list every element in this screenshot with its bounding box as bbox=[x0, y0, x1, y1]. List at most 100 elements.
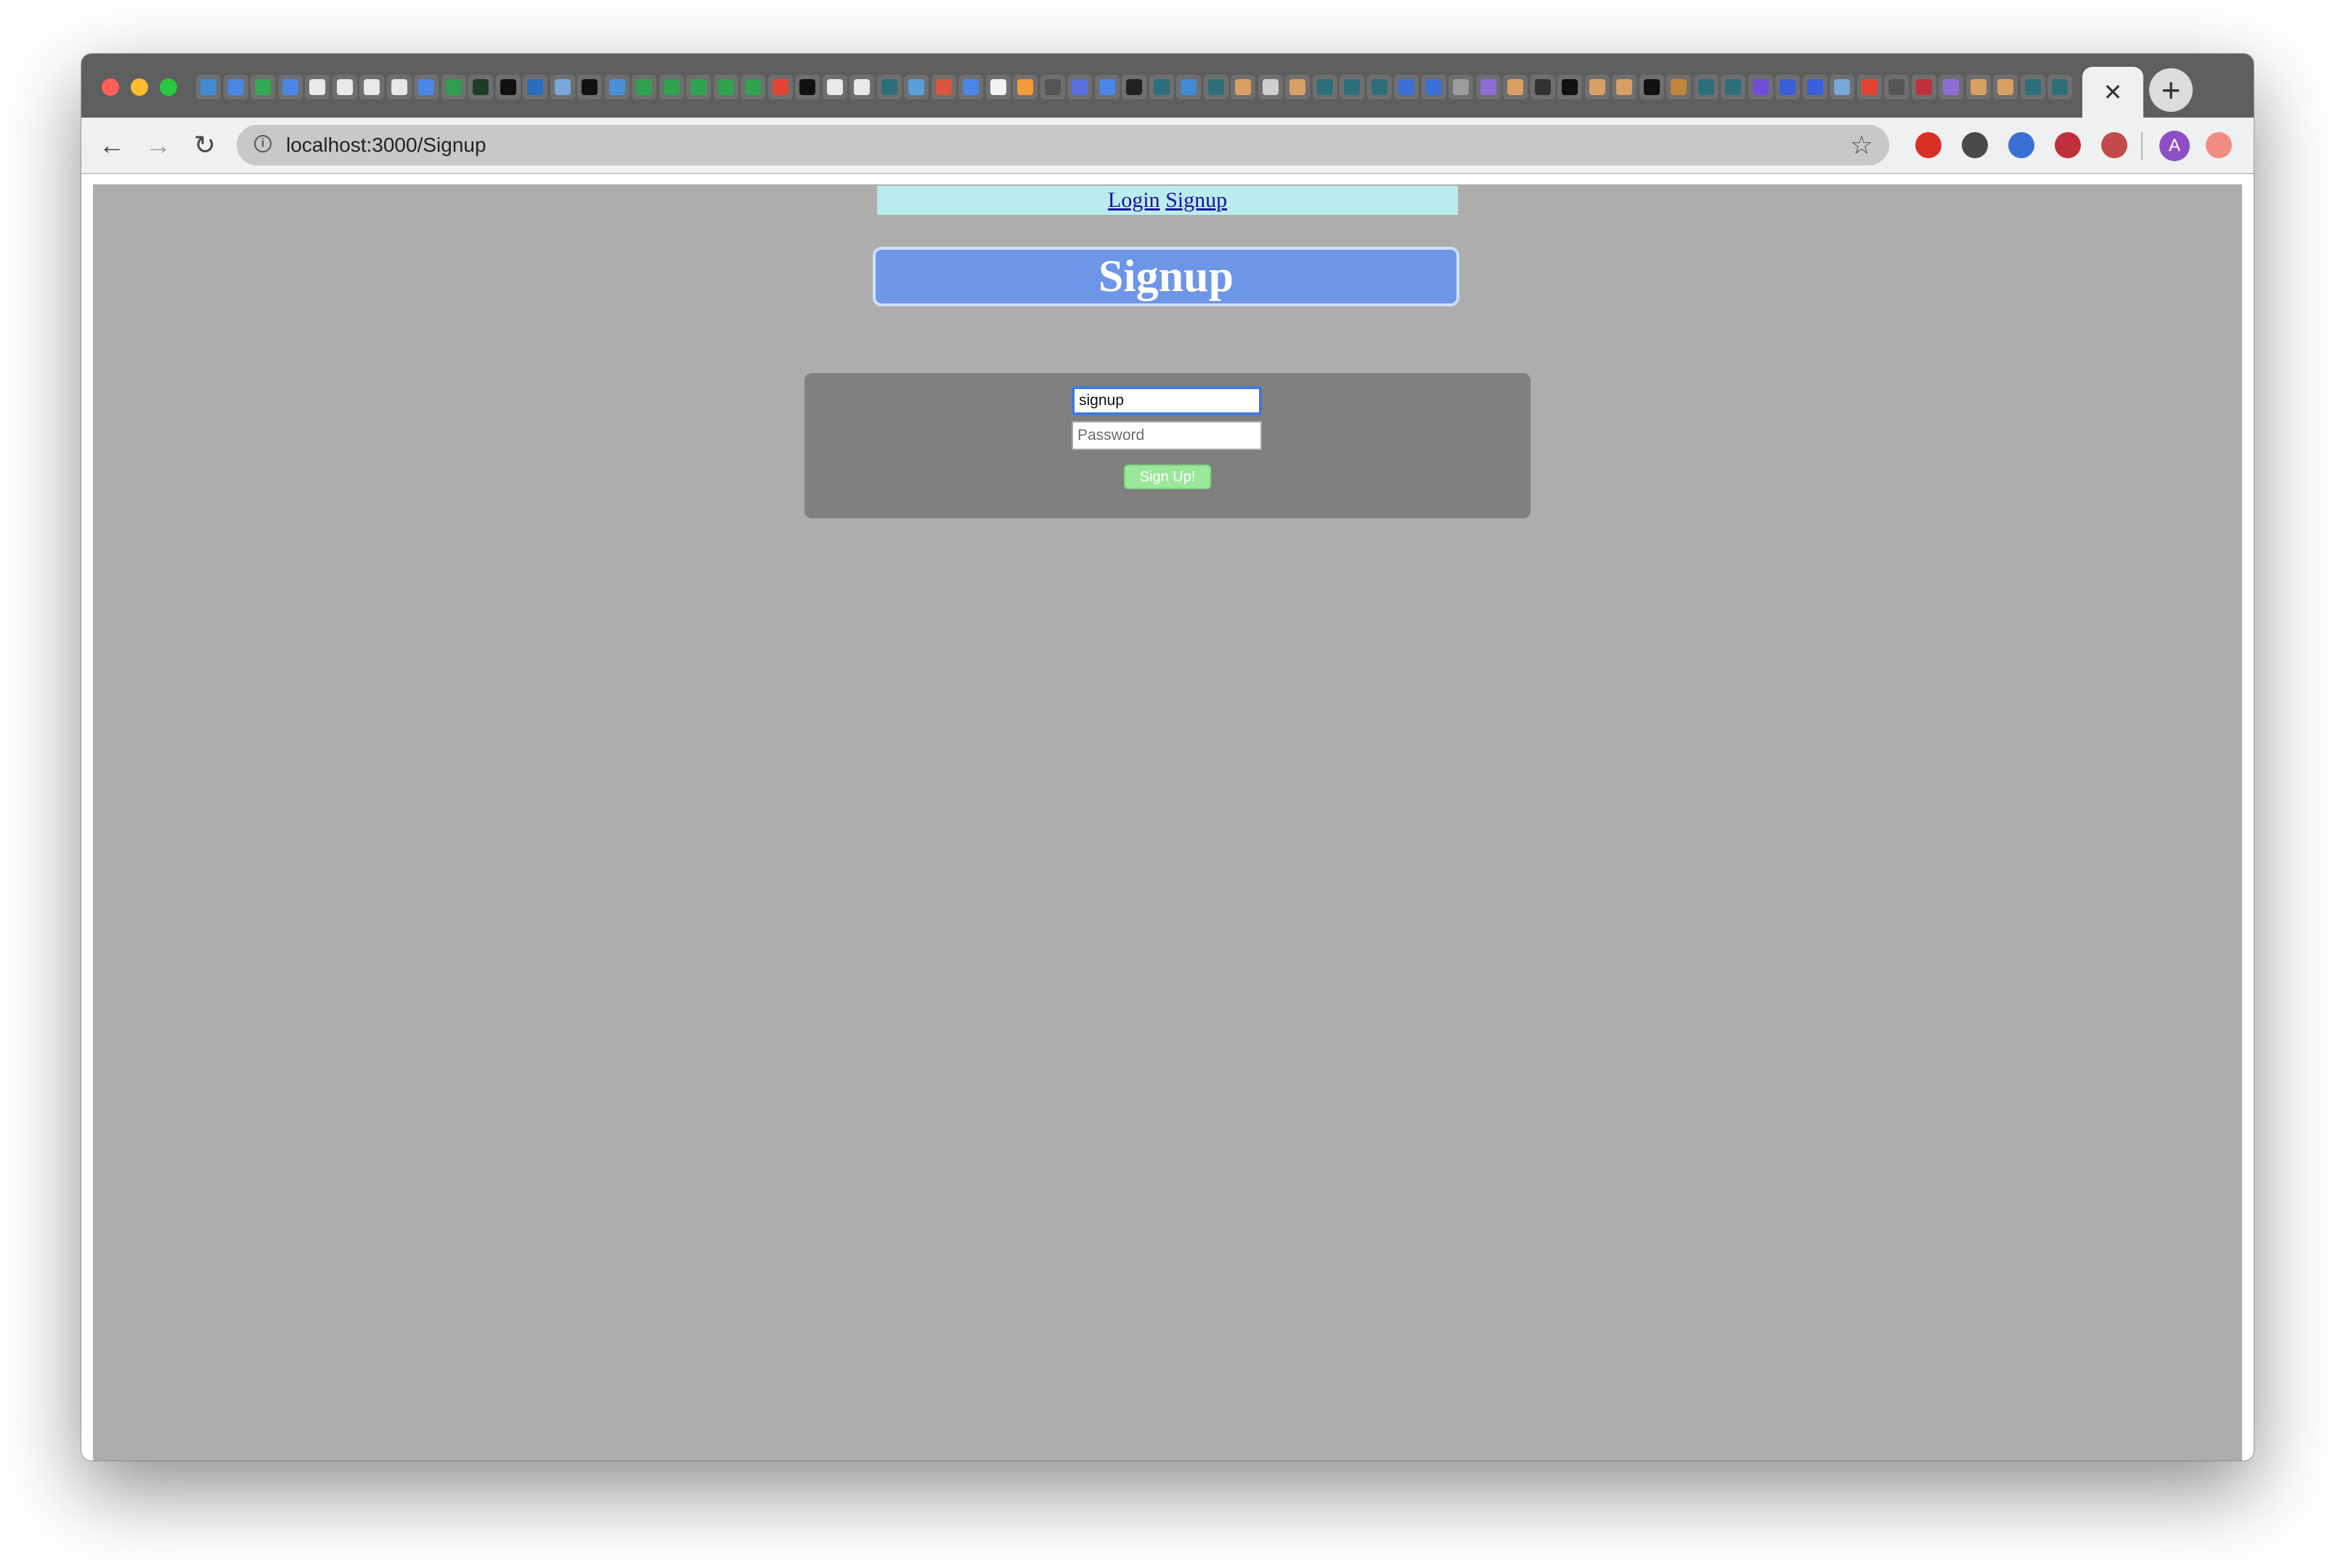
pinned-tab-67[interactable] bbox=[1993, 75, 2018, 99]
address-bar-url[interactable]: localhost:3000/Signup bbox=[286, 125, 486, 166]
pinned-tab-2[interactable] bbox=[223, 75, 248, 99]
pinned-tab-48[interactable] bbox=[1475, 75, 1501, 99]
pinned-tab-20[interactable] bbox=[713, 75, 738, 99]
pinned-tab-38[interactable] bbox=[1203, 75, 1228, 99]
pinned-tab-64[interactable] bbox=[1911, 75, 1936, 99]
extension-icon-4[interactable] bbox=[2055, 132, 2081, 158]
pinned-tab-55[interactable] bbox=[1666, 75, 1691, 99]
pinned-tab-47[interactable] bbox=[1448, 75, 1473, 99]
pinned-tab-31[interactable] bbox=[1013, 75, 1038, 99]
tab-signup[interactable]: ✕ bbox=[2082, 67, 2143, 118]
minimize-window-button[interactable] bbox=[131, 78, 148, 96]
pinned-tab-26[interactable] bbox=[876, 75, 902, 99]
sign-up-button[interactable]: Sign Up! bbox=[1124, 465, 1211, 489]
pinned-tab-33[interactable] bbox=[1067, 75, 1092, 99]
pinned-tab-60[interactable] bbox=[1802, 75, 1827, 99]
extension-icon-2[interactable] bbox=[1962, 132, 1988, 158]
pinned-tab-30[interactable] bbox=[985, 75, 1011, 99]
pinned-tab-50[interactable] bbox=[1530, 75, 1555, 99]
pinned-tab-favicon-icon bbox=[1725, 79, 1741, 95]
bookmark-star-icon[interactable]: ☆ bbox=[1850, 125, 1873, 166]
pinned-tab-19[interactable] bbox=[686, 75, 711, 99]
pinned-tab-28[interactable] bbox=[931, 75, 956, 99]
extension-icon-6[interactable] bbox=[2206, 132, 2232, 158]
pinned-tab-10[interactable] bbox=[441, 75, 466, 99]
pinned-tab-65[interactable] bbox=[1939, 75, 1963, 99]
back-button[interactable]: ← bbox=[94, 128, 129, 163]
tab-strip: ✕ + bbox=[81, 54, 2254, 118]
pinned-tab-21[interactable] bbox=[741, 75, 765, 99]
zoom-window-button[interactable] bbox=[160, 78, 177, 96]
pinned-tab-1[interactable] bbox=[196, 75, 221, 99]
pinned-tab-18[interactable] bbox=[659, 75, 684, 99]
pinned-tab-58[interactable] bbox=[1748, 75, 1773, 99]
username-input[interactable] bbox=[1072, 386, 1262, 415]
pinned-tab-40[interactable] bbox=[1258, 75, 1283, 99]
pinned-tab-17[interactable] bbox=[632, 75, 656, 99]
pinned-tab-15[interactable] bbox=[577, 75, 602, 99]
close-window-button[interactable] bbox=[102, 78, 119, 96]
pinned-tab-49[interactable] bbox=[1503, 75, 1528, 99]
site-info-icon[interactable]: i bbox=[254, 135, 272, 152]
pinned-tab-6[interactable] bbox=[332, 75, 357, 99]
pinned-tab-14[interactable] bbox=[550, 75, 575, 99]
pinned-tab-34[interactable] bbox=[1094, 75, 1120, 99]
profile-avatar[interactable]: A bbox=[2159, 131, 2190, 161]
pinned-tab-42[interactable] bbox=[1312, 75, 1337, 99]
pinned-tab-12[interactable] bbox=[495, 75, 521, 99]
extension-icon-1[interactable] bbox=[1915, 132, 1941, 158]
pinned-tab-68[interactable] bbox=[2020, 75, 2045, 99]
pinned-tab-53[interactable] bbox=[1612, 75, 1637, 99]
pinned-tab-45[interactable] bbox=[1394, 75, 1419, 99]
pinned-tab-62[interactable] bbox=[1857, 75, 1882, 99]
pinned-tab-43[interactable] bbox=[1340, 75, 1364, 99]
pinned-tab-favicon-icon bbox=[282, 79, 298, 95]
pinned-tab-favicon-icon bbox=[717, 79, 734, 95]
pinned-tab-59[interactable] bbox=[1775, 75, 1800, 99]
pinned-tab-27[interactable] bbox=[904, 75, 929, 99]
extension-icon-5[interactable] bbox=[2101, 132, 2127, 158]
pinned-tab-51[interactable] bbox=[1557, 75, 1582, 99]
pinned-tab-22[interactable] bbox=[767, 75, 793, 99]
pinned-tab-favicon-icon bbox=[1888, 79, 1904, 95]
pinned-tab-7[interactable] bbox=[359, 75, 384, 99]
pinned-tab-3[interactable] bbox=[250, 75, 275, 99]
pinned-tab-16[interactable] bbox=[604, 75, 629, 99]
pinned-tab-favicon-icon bbox=[1017, 79, 1033, 95]
pinned-tab-63[interactable] bbox=[1884, 75, 1909, 99]
pinned-tab-29[interactable] bbox=[958, 75, 983, 99]
pinned-tab-9[interactable] bbox=[414, 75, 439, 99]
extension-icon-3[interactable] bbox=[2008, 132, 2034, 158]
close-tab-icon[interactable]: ✕ bbox=[2103, 81, 2123, 104]
pinned-tab-69[interactable] bbox=[2047, 75, 2072, 99]
pinned-tab-5[interactable] bbox=[305, 75, 330, 99]
pinned-tab-66[interactable] bbox=[1965, 75, 1991, 99]
signup-link[interactable]: Signup bbox=[1165, 188, 1227, 212]
pinned-tab-52[interactable] bbox=[1584, 75, 1610, 99]
pinned-tab-39[interactable] bbox=[1231, 75, 1255, 99]
new-tab-button[interactable]: + bbox=[2149, 68, 2193, 112]
pinned-tab-25[interactable] bbox=[849, 75, 874, 99]
pinned-tab-4[interactable] bbox=[277, 75, 303, 99]
pinned-tab-37[interactable] bbox=[1176, 75, 1201, 99]
pinned-tab-13[interactable] bbox=[523, 75, 547, 99]
pinned-tab-11[interactable] bbox=[468, 75, 493, 99]
pinned-tab-54[interactable] bbox=[1639, 75, 1664, 99]
pinned-tab-41[interactable] bbox=[1285, 75, 1310, 99]
pinned-tab-35[interactable] bbox=[1122, 75, 1146, 99]
login-link[interactable]: Login bbox=[1108, 188, 1160, 212]
pinned-tab-24[interactable] bbox=[822, 75, 847, 99]
reload-button[interactable]: ↻ bbox=[187, 128, 222, 163]
pinned-tab-44[interactable] bbox=[1366, 75, 1392, 99]
password-input[interactable] bbox=[1072, 421, 1262, 450]
pinned-tab-61[interactable] bbox=[1830, 75, 1854, 99]
pinned-tab-8[interactable] bbox=[386, 75, 412, 99]
pinned-tab-56[interactable] bbox=[1693, 75, 1719, 99]
pinned-tab-57[interactable] bbox=[1721, 75, 1745, 99]
pinned-tab-46[interactable] bbox=[1421, 75, 1446, 99]
forward-button[interactable]: → bbox=[141, 128, 176, 163]
pinned-tab-36[interactable] bbox=[1149, 75, 1174, 99]
address-bar[interactable]: i localhost:3000/Signup ☆ bbox=[237, 125, 1889, 166]
pinned-tab-32[interactable] bbox=[1040, 75, 1065, 99]
pinned-tab-23[interactable] bbox=[795, 75, 820, 99]
